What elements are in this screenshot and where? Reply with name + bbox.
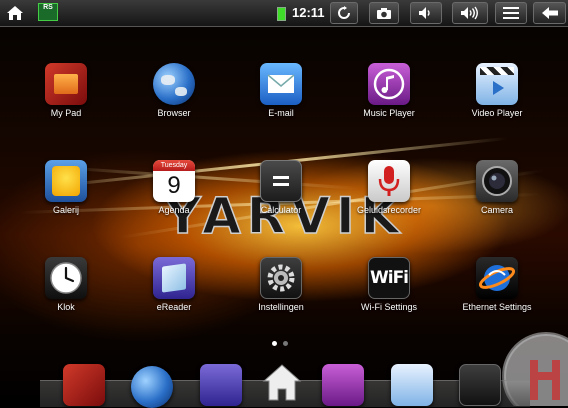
status-bar: RS 12:11 (0, 0, 568, 27)
dock-settings-gear-icon[interactable] (459, 364, 501, 406)
rs-badge-label: RS (43, 4, 53, 11)
app-wifi-settings[interactable]: WiFi Wi-Fi Settings (341, 257, 437, 312)
back-button[interactable] (533, 2, 566, 24)
back-icon (541, 7, 558, 19)
screenshot-button[interactable] (369, 2, 399, 24)
camera-lens-icon (476, 160, 518, 202)
app-label: Video Player (471, 108, 523, 118)
app-label: Calculator (260, 205, 302, 215)
app-klok[interactable]: Klok (18, 257, 114, 312)
volume-down-button[interactable] (410, 2, 442, 24)
app-camera[interactable]: Camera (449, 160, 545, 215)
app-my-pad[interactable]: My Pad (18, 63, 114, 118)
app-calculator[interactable]: Calculator (233, 160, 329, 215)
app-agenda[interactable]: Tuesday 9 Agenda (126, 160, 222, 215)
music-note-icon (368, 63, 410, 105)
app-label: Wi-Fi Settings (360, 302, 417, 312)
app-label: eReader (156, 302, 192, 312)
calendar-date: 9 (167, 172, 181, 199)
app-ereader[interactable]: eReader (126, 257, 222, 312)
refresh-button[interactable] (330, 2, 358, 24)
app-browser[interactable]: Browser (126, 63, 222, 118)
calculator-icon (260, 160, 302, 202)
app-label: Agenda (158, 205, 190, 215)
app-music-player[interactable]: Music Player (341, 63, 437, 118)
volume-down-icon (419, 7, 430, 19)
volume-up-icon (461, 6, 478, 20)
menu-icon (503, 7, 519, 19)
calendar-icon: Tuesday 9 (153, 160, 195, 202)
dock-music-note-icon[interactable] (322, 364, 364, 406)
dock-home-button[interactable] (261, 362, 303, 406)
clock-icon (45, 257, 87, 299)
app-label: Galerij (52, 205, 79, 215)
page-dot (283, 341, 288, 346)
wifi-icon: WiFi (368, 257, 410, 299)
app-label: Ethernet Settings (462, 302, 532, 312)
home-icon (7, 6, 23, 20)
dock-clapperboard-icon[interactable] (391, 364, 433, 406)
app-label: Klok (57, 302, 75, 312)
gallery-icon (45, 160, 87, 202)
app-label: My Pad (50, 108, 82, 118)
ethernet-globe-icon (476, 257, 518, 299)
globe-icon (153, 63, 195, 105)
envelope-icon (260, 63, 302, 105)
clapperboard-icon (476, 63, 518, 105)
home-button[interactable] (2, 2, 28, 24)
page-indicator (272, 331, 294, 350)
page-dot-active (272, 341, 277, 346)
app-instellingen[interactable]: Instellingen (233, 257, 329, 312)
volume-up-button[interactable] (452, 2, 488, 24)
ereader-icon (153, 257, 195, 299)
rs-badge: RS (38, 3, 58, 21)
battery-icon (277, 7, 286, 21)
app-label: Browser (157, 108, 191, 118)
calendar-day: Tuesday (153, 160, 195, 171)
dock-mypad-icon[interactable] (63, 364, 105, 406)
app-ethernet-settings[interactable]: Ethernet Settings (449, 257, 545, 312)
microphone-icon (368, 160, 410, 202)
app-label: E-mail (268, 108, 294, 118)
dock-ereader-icon[interactable] (200, 364, 242, 406)
app-label: Camera (480, 205, 513, 215)
settings-gear-icon (260, 257, 302, 299)
menu-button[interactable] (495, 2, 527, 24)
clock-time: 12:11 (292, 5, 325, 20)
app-geluidsrecorder[interactable]: Geluidsrecorder (341, 160, 437, 215)
app-galerij[interactable]: Galerij (18, 160, 114, 215)
app-video-player[interactable]: Video Player (449, 63, 545, 118)
home-icon (262, 364, 302, 401)
refresh-icon (338, 6, 350, 19)
dock-globe-icon[interactable] (131, 366, 173, 408)
app-label: Instellingen (258, 302, 304, 312)
mypad-icon (45, 63, 87, 105)
app-label: Music Player (363, 108, 415, 118)
camera-icon (377, 7, 391, 19)
wifi-logo-text: WiFi (369, 268, 409, 288)
app-email[interactable]: E-mail (233, 63, 329, 118)
app-label: Geluidsrecorder (356, 205, 422, 215)
